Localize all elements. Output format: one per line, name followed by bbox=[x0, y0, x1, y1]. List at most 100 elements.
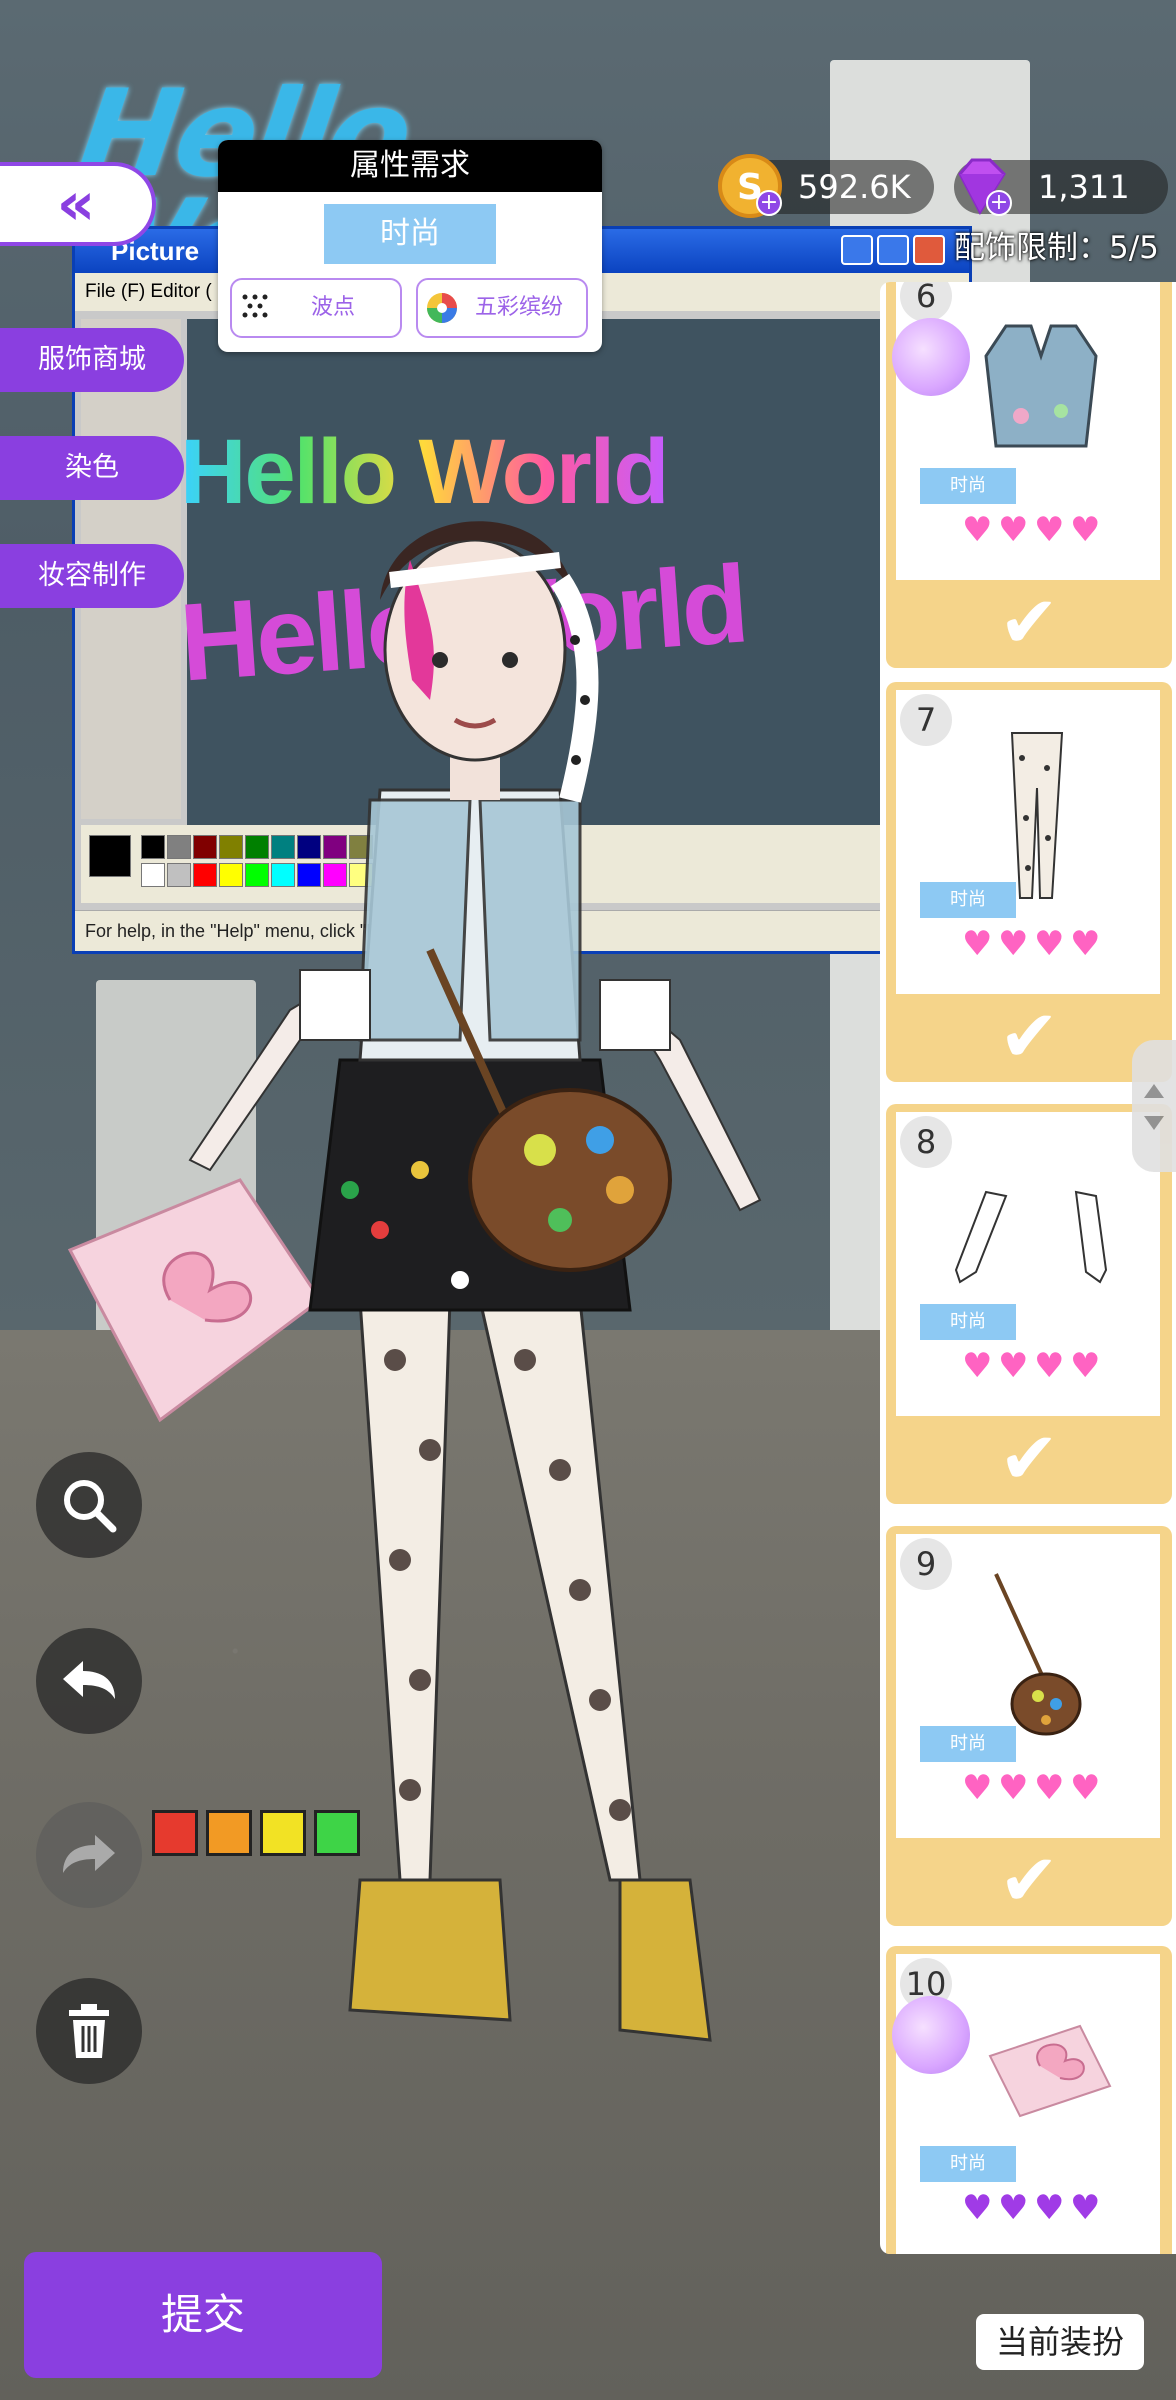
palette-swatch bbox=[323, 863, 347, 887]
heart-icon: ♥ bbox=[1034, 1768, 1065, 1808]
attribute-panel-title: 属性需求 bbox=[218, 140, 602, 192]
heart-icon: ♥ bbox=[962, 924, 993, 964]
heart-icon: ♥ bbox=[1070, 1346, 1101, 1386]
magnifier-icon bbox=[64, 1480, 117, 1533]
heart-icon: ♥ bbox=[1070, 1768, 1101, 1808]
tab-clothing-shop[interactable]: 服饰商城 bbox=[0, 328, 184, 392]
dye-palette-icon[interactable] bbox=[892, 318, 970, 396]
rainbow-hello-text: Hello World bbox=[180, 421, 669, 523]
coin-amount: 592.6K bbox=[798, 168, 911, 206]
back-button[interactable]: « bbox=[0, 162, 156, 246]
item-attribute-badge: 时尚 bbox=[920, 468, 1016, 504]
dye-palette-icon[interactable] bbox=[892, 1996, 970, 2074]
pixel-face-icon bbox=[152, 1810, 198, 1856]
item-attribute-badge: 时尚 bbox=[920, 882, 1016, 918]
current-outfit-button[interactable]: 当前装扮 bbox=[976, 2314, 1144, 2370]
polka-dot-tights-icon bbox=[1010, 732, 1064, 899]
tab-dye[interactable]: 染色 bbox=[0, 436, 184, 500]
checkmark-icon: ✔ bbox=[998, 994, 1060, 1078]
palette-swatch bbox=[349, 863, 373, 887]
palette-swatch bbox=[141, 863, 165, 887]
palette-swatch bbox=[375, 863, 399, 887]
item-card[interactable]: 9 时尚 ♥ ♥ ♥ ♥ ✔ bbox=[886, 1526, 1172, 1926]
redo-arrow-icon bbox=[63, 1835, 115, 1873]
palette-swatch bbox=[141, 835, 165, 859]
accessory-limit: 配饰限制：5/5 bbox=[954, 230, 1159, 266]
maximize-icon bbox=[877, 235, 909, 265]
pixel-faces-decoration bbox=[152, 1810, 364, 1858]
main-attribute-badge: 时尚 bbox=[324, 204, 496, 264]
heart-icon: ♥ bbox=[1070, 2188, 1101, 2228]
heart-icon: ♥ bbox=[1034, 1346, 1065, 1386]
heart-icon: ♥ bbox=[1034, 510, 1065, 550]
checkmark-icon: ✔ bbox=[998, 1838, 1060, 1922]
item-rating: ♥ ♥ ♥ ♥ bbox=[962, 1346, 1122, 1390]
attribute-tag-label: 波点 bbox=[310, 295, 355, 320]
heart-icon: ♥ bbox=[962, 1768, 993, 1808]
coin-counter[interactable]: S + 592.6K bbox=[718, 154, 934, 218]
item-attribute-badge: 时尚 bbox=[920, 1726, 1016, 1762]
heart-icon: ♥ bbox=[962, 510, 993, 550]
item-number: 9 bbox=[900, 1538, 952, 1590]
tab-makeup[interactable]: 妆容制作 bbox=[0, 544, 184, 608]
palette-swatch bbox=[219, 835, 243, 859]
pixel-face-icon bbox=[260, 1810, 306, 1856]
heart-icon: ♥ bbox=[962, 1346, 993, 1386]
heart-icon: ♥ bbox=[1034, 924, 1065, 964]
item-card[interactable]: 7 时尚 ♥ ♥ ♥ ♥ ✔ bbox=[886, 682, 1172, 1082]
heart-icon: ♥ bbox=[1034, 2188, 1065, 2228]
item-number: 7 bbox=[900, 694, 952, 746]
paint-palette bbox=[81, 825, 969, 903]
lace-gloves-icon bbox=[954, 1190, 1108, 1284]
item-card[interactable]: 8 时尚 ♥ ♥ ♥ ♥ ✔ bbox=[886, 1104, 1172, 1504]
heart-icon: ♥ bbox=[998, 924, 1029, 964]
paint-status-bar: For help, in the "Help" menu, click "Hel… bbox=[75, 910, 969, 951]
gift-box-icon bbox=[988, 2024, 1112, 2118]
item-thumbnail-area: 9 时尚 ♥ ♥ ♥ ♥ bbox=[896, 1534, 1160, 1838]
palette-swatch bbox=[323, 835, 347, 859]
zoom-button[interactable] bbox=[36, 1452, 142, 1558]
undo-arrow-icon bbox=[63, 1661, 115, 1699]
scroll-arrows-icon bbox=[1144, 1084, 1164, 1130]
palette-swatch bbox=[271, 835, 295, 859]
redo-button[interactable] bbox=[36, 1802, 142, 1908]
item-number: 8 bbox=[900, 1116, 952, 1168]
heart-icon: ♥ bbox=[998, 510, 1029, 550]
add-coins-icon[interactable]: + bbox=[756, 190, 782, 216]
palette-swatch bbox=[297, 863, 321, 887]
heart-icon: ♥ bbox=[1070, 510, 1101, 550]
double-chevron-left-icon: « bbox=[56, 169, 96, 239]
palette-swatch bbox=[89, 835, 131, 877]
item-rating: ♥ ♥ ♥ ♥ bbox=[962, 1768, 1122, 1812]
checkmark-icon: ✔ bbox=[998, 1416, 1060, 1500]
palette-swatch bbox=[271, 863, 295, 887]
item-attribute-badge: 时尚 bbox=[920, 2146, 1016, 2182]
trash-icon bbox=[69, 2004, 109, 2058]
delete-button[interactable] bbox=[36, 1978, 142, 2084]
palette-swatch bbox=[349, 835, 373, 859]
item-rating: ♥ ♥ ♥ ♥ bbox=[962, 510, 1122, 554]
item-card[interactable]: 6 时尚 ♥ ♥ ♥ ♥ ✔ bbox=[886, 282, 1172, 668]
undo-button[interactable] bbox=[36, 1628, 142, 1734]
item-rating: ♥ ♥ ♥ ♥ bbox=[962, 924, 1122, 968]
list-scroll-handle[interactable] bbox=[1132, 1040, 1176, 1172]
palette-swatch bbox=[375, 835, 399, 859]
gem-counter[interactable]: + 1,311 bbox=[954, 158, 1168, 216]
item-card[interactable]: 10 时尚 ♥ ♥ ♥ ♥ bbox=[886, 1946, 1172, 2254]
palette-swatch bbox=[219, 863, 243, 887]
attribute-requirement-panel: 属性需求 时尚 波点 五彩缤纷 bbox=[218, 140, 602, 352]
item-rating: ♥ ♥ ♥ ♥ bbox=[962, 2188, 1122, 2232]
item-list[interactable]: 6 时尚 ♥ ♥ ♥ ♥ ✔ 7 时尚 ♥ ♥ ♥ ♥ ✔ 8 时尚 ♥ ♥ ♥… bbox=[880, 282, 1176, 2254]
palette-bag-icon bbox=[994, 1573, 1082, 1736]
wall-panel bbox=[96, 980, 256, 1360]
palette-swatch bbox=[193, 863, 217, 887]
submit-button[interactable]: 提交 bbox=[24, 2252, 382, 2378]
gem-amount: 1,311 bbox=[1038, 168, 1130, 206]
item-number: 6 bbox=[900, 282, 952, 322]
palette-swatch bbox=[167, 835, 191, 859]
attribute-tag-label: 五彩缤纷 bbox=[474, 295, 563, 320]
add-gems-icon[interactable]: + bbox=[986, 190, 1012, 216]
palette-swatch bbox=[167, 863, 191, 887]
heart-icon: ♥ bbox=[1070, 924, 1101, 964]
minimize-icon bbox=[841, 235, 873, 265]
